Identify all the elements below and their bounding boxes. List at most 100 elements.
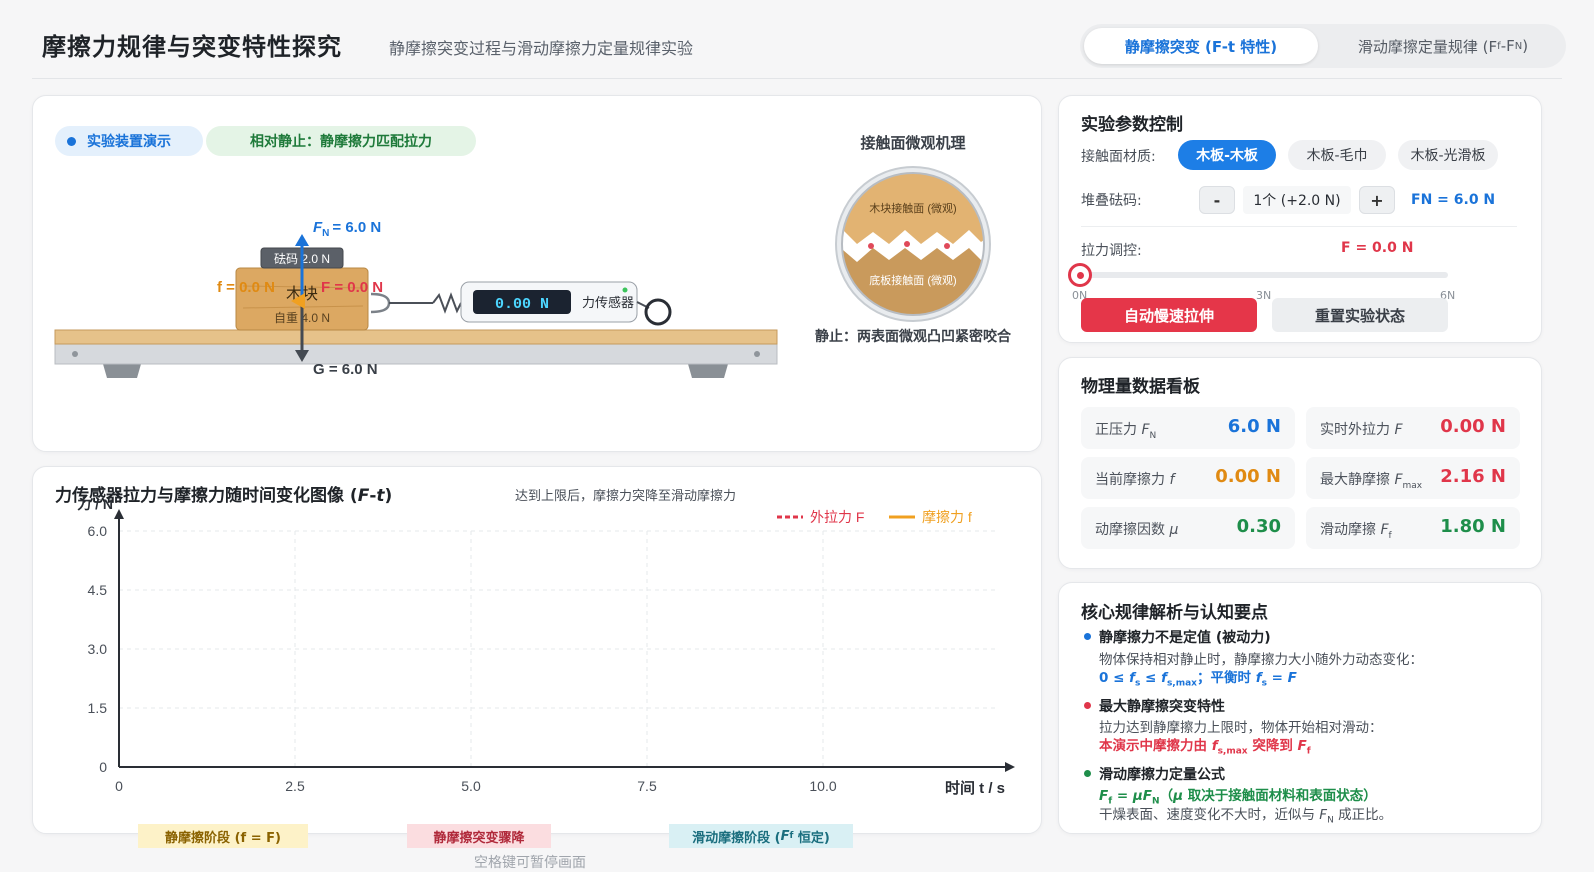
y-axis-label: 力 / N	[77, 496, 113, 512]
x-tick-label: 0	[115, 778, 123, 794]
bullet-icon	[1084, 770, 1091, 777]
page-title: 摩擦力规律与突变特性探究	[42, 33, 342, 61]
dashboard-item-value: 0.00 N	[1215, 466, 1281, 487]
dashboard-item-value: 0.00 N	[1440, 416, 1506, 437]
rule-1-line1: 物体保持相对静止时，静摩擦力大小随外力动态变化：	[1099, 652, 1423, 668]
rule-1-title: 静摩擦力不是定值 (被动力)	[1099, 630, 1271, 646]
micro-caption: 静止：两表面微观凸凹紧密咬合	[815, 329, 1011, 345]
y-tick-label: 6.0	[88, 523, 108, 539]
ft-chart: 0 1.5 3.0 4.5 6.0 0 2.5 5.0 7.5 10.0 力 / N 时间 t / s…	[77, 496, 1015, 797]
dashboard-item: 滑动摩擦 Ff 1.80 N	[1306, 507, 1520, 549]
sensor-reading: 0.00 N	[495, 296, 549, 313]
rule-2-line2: 本演示中摩擦力由 fs,max 突降到 Ff	[1099, 738, 1311, 757]
y-tick-label: 1.5	[88, 700, 108, 716]
fn-readout: FN = 6.0 N	[1411, 192, 1496, 208]
weight-plus-button[interactable]: +	[1359, 186, 1395, 214]
table-foot-left	[103, 364, 141, 378]
material-wood-smooth[interactable]: 木板-光滑板	[1398, 140, 1498, 170]
pull-slider-thumb[interactable]	[1068, 263, 1092, 287]
dashboard-item-value: 6.0 N	[1227, 416, 1281, 437]
dashboard-item: 最大静摩擦 Fmax 2.16 N	[1306, 457, 1520, 499]
dashboard-item-value: 2.16 N	[1440, 466, 1506, 487]
rule-2-title: 最大静摩擦突变特性	[1099, 699, 1225, 715]
dashboard-item: 当前摩擦力 f 0.00 N	[1081, 457, 1295, 499]
material-wood-towel[interactable]: 木板-毛巾	[1288, 140, 1386, 170]
g-label: G = 6.0 N	[313, 361, 378, 378]
header-divider	[32, 78, 1562, 79]
dashboard-item-key: 滑动摩擦 Ff	[1320, 522, 1392, 541]
fn-arrow	[295, 234, 309, 246]
dashboard-item-key: 正压力 FN	[1095, 422, 1157, 441]
dashboard-item-value: 0.30	[1236, 516, 1281, 537]
dashboard-item-key: 动摩擦因数 μ	[1095, 522, 1179, 538]
pull-label: 拉力调控:	[1081, 243, 1142, 259]
table-foot-right	[688, 364, 728, 378]
dashboard-title: 物理量数据看板	[1081, 377, 1200, 397]
stage-drop: 静摩擦突变骤降	[407, 824, 551, 848]
legend-label: 摩擦力 f	[922, 509, 972, 525]
x-axis-label: 时间 t / s	[945, 779, 1005, 797]
footer-hint: 空格键可暂停画面	[474, 855, 586, 871]
dot-icon	[67, 136, 76, 146]
rules-title: 核心规律解析与认知要点	[1081, 603, 1268, 623]
rule-1-line2: 0 ≤ fs ≤ fs,max；平衡时 fs = F	[1099, 670, 1297, 689]
y-axis-arrow	[114, 509, 124, 519]
pull-ring	[644, 298, 672, 326]
x-tick-label: 5.0	[461, 778, 481, 794]
pull-value: F = 0.0 N	[1341, 240, 1414, 256]
tab-sliding-friction[interactable]: 滑动摩擦定量规律 (F f -F N)	[1324, 28, 1562, 64]
bullet-icon	[1084, 702, 1091, 709]
micro-bottom-label: 底板接触面 (微观)	[869, 273, 956, 287]
bullet-icon	[1084, 633, 1091, 640]
svg-text:FN= 6.0 N: FN = 6.0 N	[313, 219, 381, 239]
material-wood-wood[interactable]: 木板-木板	[1178, 140, 1276, 170]
apparatus-diagram: 砝码 2.0 N 木块 自重 4.0 N FN= 6.0 N G = 6.0 N…	[54, 219, 778, 378]
spring	[432, 292, 462, 314]
weights-value: 1个 (+2.0 N)	[1243, 186, 1351, 214]
y-tick-label: 4.5	[88, 582, 108, 598]
stage-sliding: 滑动摩擦阶段 (Ff 恒定)	[669, 824, 853, 848]
legend-label: 外拉力 F	[810, 509, 864, 525]
state-badge: 相对静止：静摩擦力匹配拉力	[206, 126, 476, 156]
sensor-label: 力传感器	[582, 295, 634, 310]
page-subtitle: 静摩擦突变过程与滑动摩擦力定量规律实验	[389, 39, 694, 58]
dashboard-item-key: 最大静摩擦 Fmax	[1320, 472, 1423, 491]
y-tick-label: 0	[99, 759, 107, 775]
controls-divider	[1081, 226, 1517, 227]
header: 摩擦力规律与突变特性探究 静摩擦突变过程与滑动摩擦力定量规律实验 静摩擦突变 (…	[0, 0, 1594, 90]
dashboard-item-value: 1.80 N	[1440, 516, 1506, 537]
auto-pull-button[interactable]: 自动慢速拉伸	[1081, 298, 1257, 332]
weights-label: 堆叠砝码:	[1081, 193, 1142, 209]
material-label: 接触面材质:	[1081, 149, 1156, 165]
rule-3-line2: 干燥表面、速度变化不大时，近似与 FN 成正比。	[1099, 807, 1393, 826]
f-label: f = 0.0 N	[217, 279, 275, 296]
wood-board	[54, 329, 778, 345]
hook	[370, 292, 391, 314]
x-tick-label: 10.0	[809, 778, 836, 794]
y-tick-label: 3.0	[88, 641, 108, 657]
chart-card: 力传感器拉力与摩擦力随时间变化图像 (F-t) 达到上限后，摩擦力突降至滑动摩擦…	[32, 466, 1042, 834]
dashboard-item: 动摩擦因数 μ 0.30	[1081, 507, 1295, 549]
micro-top-label: 木块接触面 (微观)	[869, 201, 956, 215]
micro-view: 木块接触面 (微观) 底板接触面 (微观)	[835, 166, 991, 322]
demo-badge: 实验装置演示	[55, 126, 203, 156]
dashboard-item-key: 当前摩擦力 f	[1095, 472, 1175, 488]
apparatus-card: 实验装置演示 相对静止：静摩擦力匹配拉力 砝码 2.0 N 木块 自重 4.0 …	[32, 95, 1042, 452]
stage-static: 静摩擦阶段 (f = F)	[138, 824, 308, 848]
slider-tick-3: 3N	[1256, 289, 1272, 302]
tab-static-friction[interactable]: 静摩擦突变 (F-t 特性)	[1084, 28, 1318, 64]
mode-tabs: 静摩擦突变 (F-t 特性) 滑动摩擦定量规律 (F f -F N)	[1080, 24, 1566, 68]
dashboard-item: 实时外拉力 F 0.00 N	[1306, 407, 1520, 449]
micro-title: 接触面微观机理	[860, 134, 966, 152]
rule-3-title: 滑动摩擦力定量公式	[1099, 767, 1225, 783]
weight-minus-button[interactable]: -	[1199, 186, 1235, 214]
controls-title: 实验参数控制	[1081, 115, 1183, 135]
rule-2-line1: 拉力达到静摩擦力上限时，物体开始相对滑动：	[1099, 720, 1383, 736]
x-tick-label: 2.5	[285, 778, 305, 794]
reset-button[interactable]: 重置实验状态	[1272, 298, 1448, 332]
x-tick-label: 7.5	[637, 778, 657, 794]
table-base	[54, 343, 778, 365]
dashboard-item-key: 实时外拉力 F	[1320, 422, 1403, 438]
pull-slider-track[interactable]	[1080, 272, 1448, 278]
x-axis-arrow	[1005, 762, 1015, 772]
